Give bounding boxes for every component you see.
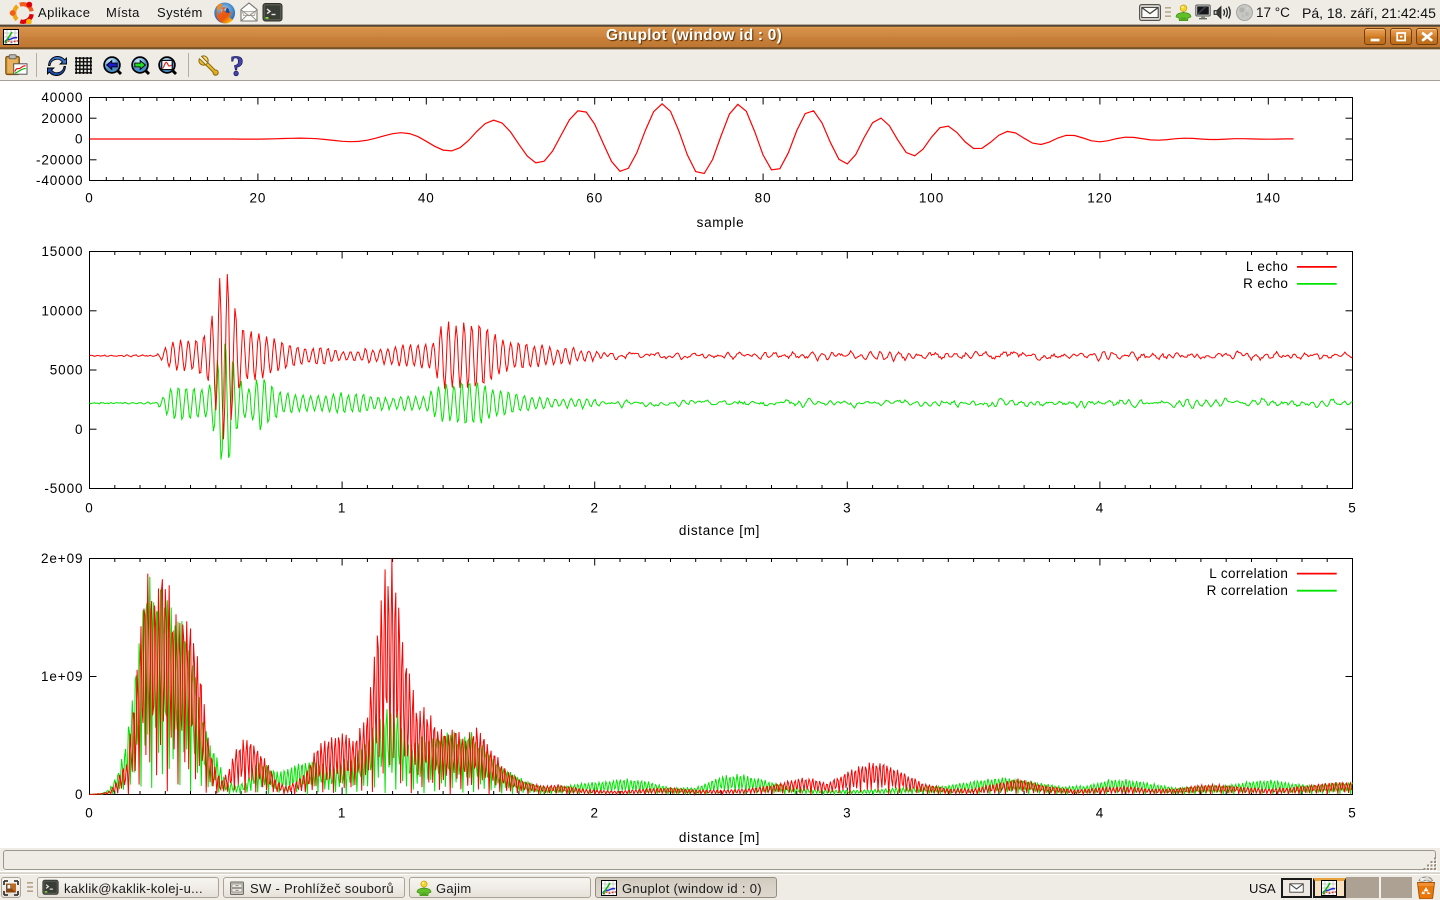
svg-text:10000: 10000 xyxy=(41,303,83,318)
svg-text:-20000: -20000 xyxy=(36,152,83,167)
svg-text:3: 3 xyxy=(843,806,851,821)
svg-text:4: 4 xyxy=(1096,806,1104,821)
svg-text:0: 0 xyxy=(85,500,93,515)
svg-text:40: 40 xyxy=(418,191,435,206)
svg-text:20000: 20000 xyxy=(41,111,83,126)
svg-text:120: 120 xyxy=(1087,191,1112,206)
svg-text:1e+09: 1e+09 xyxy=(41,669,83,684)
svg-text:L echo: L echo xyxy=(1246,259,1288,274)
svg-text:2: 2 xyxy=(590,806,598,821)
svg-text:5: 5 xyxy=(1348,806,1356,821)
svg-text:5: 5 xyxy=(1348,500,1356,515)
svg-text:100: 100 xyxy=(919,191,944,206)
svg-text:2: 2 xyxy=(590,500,598,515)
svg-text:0: 0 xyxy=(85,191,93,206)
svg-text:0: 0 xyxy=(75,787,83,802)
svg-text:0: 0 xyxy=(85,806,93,821)
svg-text:distance [m]: distance [m] xyxy=(679,523,760,538)
svg-text:40000: 40000 xyxy=(41,90,83,105)
svg-text:2e+09: 2e+09 xyxy=(41,551,83,566)
svg-text:distance [m]: distance [m] xyxy=(679,830,760,845)
svg-text:R echo: R echo xyxy=(1243,276,1288,291)
svg-text:140: 140 xyxy=(1256,191,1281,206)
svg-text:15000: 15000 xyxy=(41,244,83,259)
svg-text:0: 0 xyxy=(75,422,83,437)
svg-text:L correlation: L correlation xyxy=(1209,566,1288,581)
svg-text:sample: sample xyxy=(697,215,745,230)
svg-text:1: 1 xyxy=(338,806,346,821)
svg-text:-5000: -5000 xyxy=(44,481,83,496)
svg-text:80: 80 xyxy=(755,191,772,206)
svg-text:-40000: -40000 xyxy=(36,173,83,188)
svg-text:1: 1 xyxy=(338,500,346,515)
svg-text:R correlation: R correlation xyxy=(1207,583,1289,598)
svg-text:0: 0 xyxy=(75,132,83,147)
svg-text:5000: 5000 xyxy=(50,363,84,378)
svg-text:4: 4 xyxy=(1096,500,1104,515)
svg-text:?: ? xyxy=(230,55,244,80)
svg-text:3: 3 xyxy=(843,500,851,515)
svg-text:20: 20 xyxy=(249,191,266,206)
svg-text:60: 60 xyxy=(586,191,603,206)
